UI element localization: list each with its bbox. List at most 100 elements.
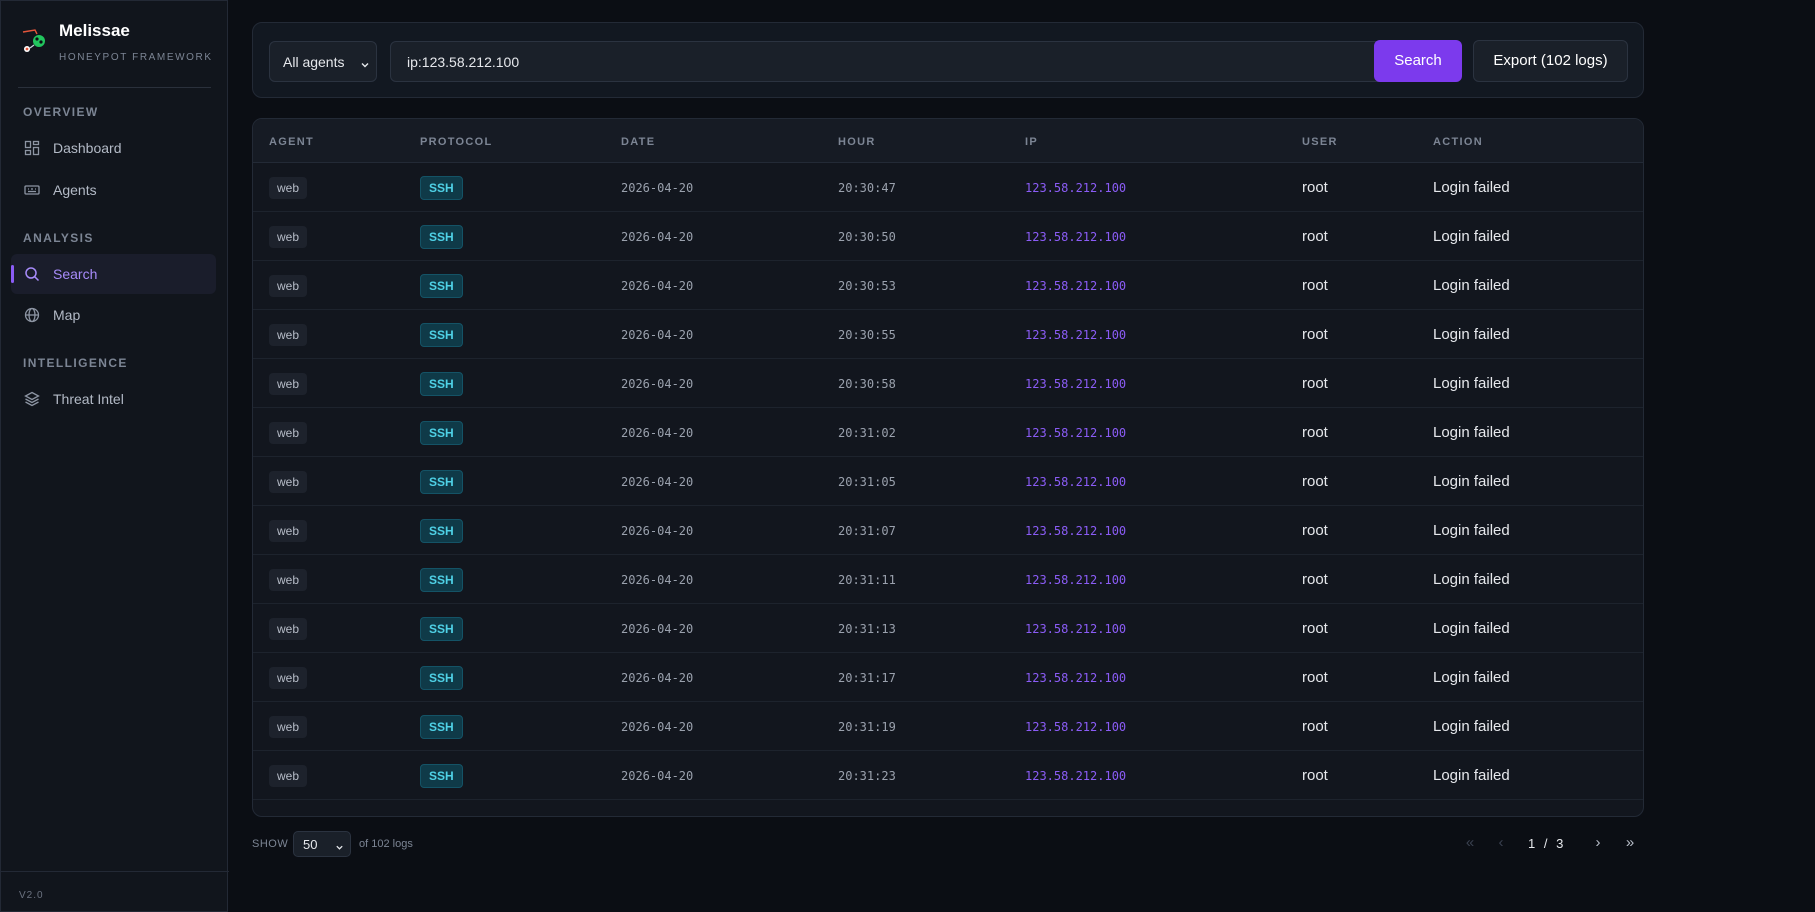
ip-link[interactable]: 123.58.212.100 — [1025, 573, 1126, 587]
column-header-agent[interactable]: AGENT — [269, 136, 314, 148]
column-header-action[interactable]: ACTION — [1433, 136, 1483, 148]
column-header-date[interactable]: DATE — [621, 136, 655, 148]
table-body: web SSH 2026-04-20 20:30:47 123.58.212.100 ro… — [253, 163, 1643, 800]
agent-select-value: All agents — [283, 53, 345, 70]
table-cell: 2026-04-20 — [621, 604, 693, 653]
table-cell: 20:31:23 — [838, 751, 896, 800]
ip-link[interactable]: 123.58.212.100 — [1025, 328, 1126, 342]
table-cell: root — [1302, 359, 1328, 408]
ip-link[interactable]: 123.58.212.100 — [1025, 279, 1126, 293]
table-row[interactable]: web SSH 2026-04-20 20:31:02 123.58.212.100 ro… — [253, 408, 1643, 457]
search-button[interactable]: Search — [1374, 40, 1462, 82]
chevron-down-icon — [360, 57, 370, 68]
column-header-user[interactable]: USER — [1302, 136, 1338, 148]
section-label-analysis: ANALYSIS — [23, 231, 94, 245]
user-cell: root — [1302, 424, 1328, 441]
search-input[interactable] — [390, 41, 1413, 82]
table-row[interactable]: web SSH 2026-04-20 20:30:58 123.58.212.100 ro… — [253, 359, 1643, 408]
table-cell: web — [269, 408, 308, 457]
user-cell: root — [1302, 620, 1328, 637]
table-cell: root — [1302, 702, 1328, 751]
ip-link[interactable]: 123.58.212.100 — [1025, 622, 1126, 636]
date-cell: 2026-04-20 — [621, 278, 694, 293]
table-cell: Login failed — [1433, 261, 1510, 310]
ip-link[interactable]: 123.58.212.100 — [1025, 475, 1126, 489]
ip-link[interactable]: 123.58.212.100 — [1025, 524, 1126, 538]
table-row[interactable]: web SSH 2026-04-20 20:31:11 123.58.212.100 ro… — [253, 555, 1643, 604]
ip-link[interactable]: 123.58.212.100 — [1025, 426, 1126, 440]
table-cell: 2026-04-20 — [621, 653, 693, 702]
table-cell: 123.58.212.100 — [1025, 457, 1126, 506]
table-row[interactable]: web SSH 2026-04-20 20:31:19 123.58.212.100 ro… — [253, 702, 1643, 751]
sidebar-item-dashboard[interactable]: Dashboard — [11, 128, 216, 168]
sidebar-item-agents[interactable]: Agents — [11, 170, 216, 210]
table-cell: web — [269, 163, 308, 212]
ip-link[interactable]: 123.58.212.100 — [1025, 720, 1126, 734]
ip-link[interactable]: 123.58.212.100 — [1025, 671, 1126, 685]
ip-link[interactable]: 123.58.212.100 — [1025, 377, 1126, 391]
table-cell: root — [1302, 653, 1328, 702]
sidebar-item-threat-intel[interactable]: Threat Intel — [11, 379, 216, 419]
hour-cell: 20:31:17 — [838, 670, 896, 685]
table-cell: 2026-04-20 — [621, 457, 693, 506]
logs-table: AGENT PROTOCOL DATE HOUR IP USER ACTION … — [252, 118, 1644, 817]
last-page-button[interactable]: » — [1618, 830, 1642, 856]
protocol-badge: SSH — [420, 567, 463, 592]
first-page-button[interactable]: « — [1458, 830, 1482, 856]
prev-page-button[interactable]: ‹ — [1489, 830, 1513, 856]
table-cell: root — [1302, 555, 1328, 604]
table-cell: Login failed — [1433, 310, 1510, 359]
table-cell: SSH — [420, 359, 463, 408]
table-cell: root — [1302, 751, 1328, 800]
table-row[interactable]: web SSH 2026-04-20 20:30:50 123.58.212.100 ro… — [253, 212, 1643, 261]
table-cell: 2026-04-20 — [621, 163, 693, 212]
sidebar-item-map[interactable]: Map — [11, 295, 216, 335]
hour-cell: 20:30:53 — [838, 278, 896, 293]
table-cell: root — [1302, 457, 1328, 506]
ip-link[interactable]: 123.58.212.100 — [1025, 181, 1126, 195]
table-cell: 123.58.212.100 — [1025, 555, 1126, 604]
table-row[interactable]: web SSH 2026-04-20 20:30:55 123.58.212.100 ro… — [253, 310, 1643, 359]
table-cell: root — [1302, 506, 1328, 555]
agent-chip: web — [269, 617, 308, 640]
column-header-hour[interactable]: HOUR — [838, 136, 876, 148]
table-row[interactable]: web SSH 2026-04-20 20:31:13 123.58.212.100 ro… — [253, 604, 1643, 653]
table-cell: web — [269, 751, 308, 800]
table-cell: Login failed — [1433, 702, 1510, 751]
hour-cell: 20:30:55 — [838, 327, 896, 342]
table-row[interactable]: web SSH 2026-04-20 20:30:53 123.58.212.100 ro… — [253, 261, 1643, 310]
page-size-select[interactable]: 50 — [293, 831, 351, 857]
next-page-button[interactable]: › — [1586, 830, 1610, 856]
sidebar-item-search[interactable]: Search — [11, 254, 216, 294]
user-cell: root — [1302, 375, 1328, 392]
brand[interactable]: Melissae HONEYPOT FRAMEWORK — [21, 21, 211, 69]
export-button[interactable]: Export (102 logs) — [1473, 40, 1628, 82]
hour-cell: 20:31:05 — [838, 474, 896, 489]
table-cell: 123.58.212.100 — [1025, 751, 1126, 800]
column-header-protocol[interactable]: PROTOCOL — [420, 136, 493, 148]
table-cell: 123.58.212.100 — [1025, 604, 1126, 653]
table-cell: 20:31:13 — [838, 604, 896, 653]
divider — [1, 871, 229, 872]
sidebar-item-label: Dashboard — [53, 140, 122, 156]
hour-cell: 20:31:19 — [838, 719, 896, 734]
table-row[interactable]: web SSH 2026-04-20 20:31:17 123.58.212.100 ro… — [253, 653, 1643, 702]
user-cell: root — [1302, 326, 1328, 343]
date-cell: 2026-04-20 — [621, 474, 694, 489]
table-row[interactable]: web SSH 2026-04-20 20:31:05 123.58.212.100 ro… — [253, 457, 1643, 506]
action-cell: Login failed — [1433, 424, 1510, 441]
column-header-ip[interactable]: IP — [1025, 136, 1038, 148]
agent-select[interactable]: All agents — [269, 41, 377, 82]
date-cell: 2026-04-20 — [621, 229, 694, 244]
ip-link[interactable]: 123.58.212.100 — [1025, 230, 1126, 244]
table-cell: web — [269, 506, 308, 555]
protocol-badge: SSH — [420, 224, 463, 249]
table-cell: SSH — [420, 604, 463, 653]
table-cell: 2026-04-20 — [621, 506, 693, 555]
table-row[interactable]: web SSH 2026-04-20 20:31:07 123.58.212.100 ro… — [253, 506, 1643, 555]
table-row[interactable]: web SSH 2026-04-20 20:31:23 123.58.212.100 ro… — [253, 751, 1643, 800]
table-cell: 2026-04-20 — [621, 408, 693, 457]
table-cell: web — [269, 555, 308, 604]
ip-link[interactable]: 123.58.212.100 — [1025, 769, 1126, 783]
table-row[interactable]: web SSH 2026-04-20 20:30:47 123.58.212.100 ro… — [253, 163, 1643, 212]
